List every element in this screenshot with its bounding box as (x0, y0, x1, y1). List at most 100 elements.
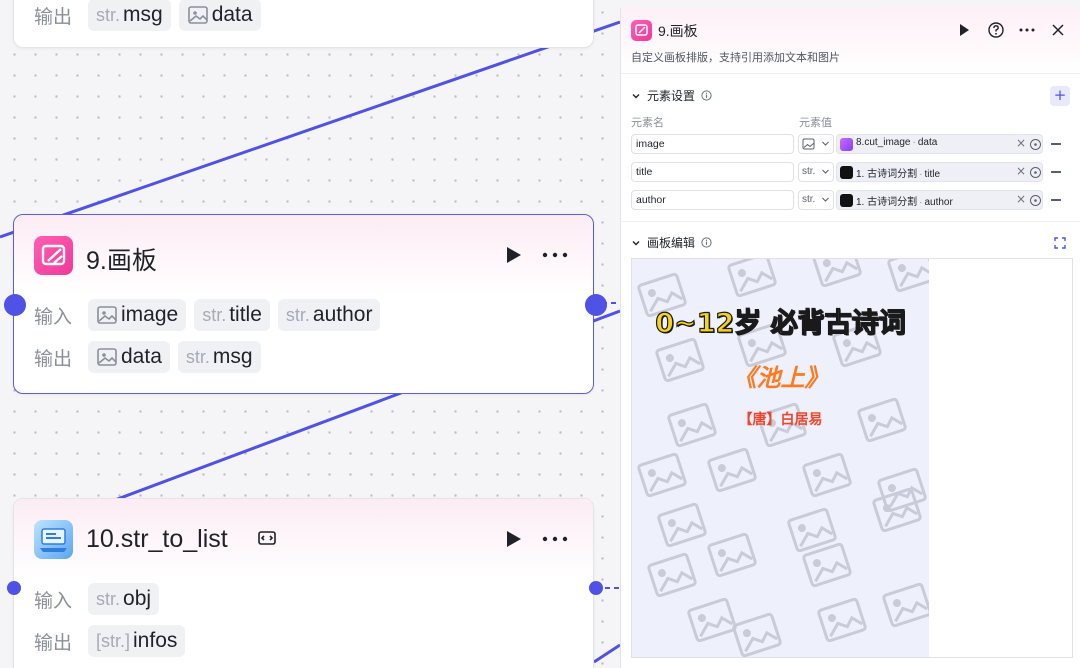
chip-name: obj (123, 587, 152, 610)
type-prefix: str. (185, 346, 210, 367)
editor-section-header[interactable]: 画板编辑 (631, 234, 712, 251)
input-chip-obj: str. obj (88, 583, 160, 615)
node-draw-board[interactable]: 9.画板 输入 image str. title str. author 输出 … (13, 214, 594, 394)
type-prefix: str. (96, 588, 121, 609)
element-row: image 8.cut_image · data × (631, 134, 1073, 154)
cut-image-node-icon (840, 138, 853, 151)
output-label: 输出 (34, 6, 73, 28)
image-type-icon (187, 6, 208, 24)
chevron-down-icon (822, 197, 829, 202)
reference-text: 8.cut_image · data (856, 137, 938, 148)
input-port[interactable] (7, 581, 21, 595)
element-value-reference[interactable]: 1. 古诗词分割 · author × (836, 190, 1043, 210)
poem-split-node-icon (840, 166, 853, 179)
target-icon[interactable] (1029, 166, 1042, 179)
chip-name: data (211, 3, 253, 26)
output-label: 输出 (34, 348, 73, 370)
board-poem-title-text[interactable]: 《池上》 (632, 358, 929, 393)
input-chip-image: image (88, 299, 187, 331)
info-icon (701, 237, 712, 248)
connection-line (0, 20, 620, 239)
chevron-down-icon (632, 93, 640, 98)
type-label: str. (802, 194, 816, 205)
type-prefix: [str.] (96, 630, 131, 651)
input-row: 输入 str. obj (34, 583, 573, 615)
type-label: str. (802, 166, 816, 177)
draw-board-icon (631, 20, 652, 41)
output-chip-msg: str. msg (177, 341, 261, 373)
remove-element-button[interactable] (1051, 171, 1061, 173)
input-label: 输入 (34, 590, 73, 612)
target-icon[interactable] (1029, 138, 1042, 151)
help-icon[interactable] (987, 21, 1005, 39)
element-name-input[interactable]: author (631, 190, 794, 210)
image-type-icon (97, 348, 117, 366)
draw-board-icon (34, 236, 73, 275)
output-row: 输出 [str.] infos (34, 625, 573, 657)
chevron-down-icon (822, 169, 829, 174)
output-port[interactable] (589, 581, 603, 595)
output-chip-infos: [str.] infos (88, 625, 186, 657)
input-label: 输入 (34, 306, 73, 328)
elements-section-title: 元素设置 (647, 89, 696, 103)
element-row: title str. 1. 古诗词分割 · title × (631, 162, 1073, 182)
input-port[interactable] (4, 294, 26, 316)
elements-section-header[interactable]: 元素设置 (631, 87, 712, 104)
element-type-select[interactable]: str. (798, 190, 834, 210)
target-icon[interactable] (1029, 194, 1042, 207)
code-block-icon (258, 531, 276, 545)
fullscreen-icon[interactable] (1053, 236, 1067, 250)
reference-text: 1. 古诗词分割 · author (856, 197, 953, 208)
more-options-icon[interactable] (541, 245, 569, 265)
chip-name: title (229, 303, 262, 326)
element-value-reference[interactable]: 8.cut_image · data × (836, 134, 1043, 154)
node-top-partial[interactable]: 输出 str. msg data (13, 0, 594, 48)
output-chip-msg: str. msg (88, 0, 171, 31)
clear-icon[interactable]: × (1016, 164, 1026, 178)
output-chip-data: data (88, 341, 170, 373)
section-divider (621, 221, 1080, 222)
chip-name: data (121, 345, 162, 368)
chip-name: author (312, 303, 373, 326)
element-value-reference[interactable]: 1. 古诗词分割 · title × (836, 162, 1043, 182)
column-header-value: 元素值 (799, 117, 832, 129)
output-row: 输出 data str. msg (34, 341, 573, 373)
type-prefix: str. (202, 304, 227, 325)
remove-element-button[interactable] (1051, 143, 1061, 145)
board-poem-author-text[interactable]: 【唐】白居易 (632, 409, 929, 429)
input-chip-author: str. author (277, 299, 381, 331)
run-play-icon[interactable] (503, 245, 523, 265)
close-icon[interactable] (1049, 21, 1067, 39)
run-play-icon[interactable] (955, 21, 973, 39)
image-type-icon (802, 138, 815, 150)
output-label: 输出 (34, 632, 73, 654)
workflow-canvas[interactable]: 输出 str. msg data 9.画板 输入 image str. titl… (0, 0, 1080, 668)
more-options-icon[interactable] (1018, 21, 1036, 39)
output-port[interactable] (585, 294, 607, 316)
more-options-icon[interactable] (541, 529, 569, 549)
output-chip-data: data (178, 0, 261, 31)
clear-icon[interactable]: × (1016, 192, 1026, 206)
image-element[interactable]: 0~12岁 必背古诗词 《池上》 【唐】白居易 (632, 259, 929, 657)
clear-icon[interactable]: × (1016, 136, 1026, 150)
chip-name: image (121, 303, 179, 326)
type-prefix: str. (96, 4, 121, 25)
column-header-name: 元素名 (631, 117, 664, 129)
element-name-input[interactable]: image (631, 134, 794, 154)
element-name-input[interactable]: title (631, 162, 794, 182)
element-row: author str. 1. 古诗词分割 · author × (631, 190, 1073, 210)
poem-split-node-icon (840, 194, 853, 207)
editor-section-title: 画板编辑 (647, 236, 696, 250)
panel-header: 9.画板 自定义画板排版，支持引用添加文本和图片 (621, 8, 1080, 74)
element-type-select[interactable] (798, 134, 834, 154)
add-element-button[interactable]: + (1050, 86, 1070, 106)
image-type-icon (97, 306, 117, 324)
board-editor-canvas[interactable]: 0~12岁 必背古诗词 《池上》 【唐】白居易 (631, 258, 1073, 658)
str-to-list-icon (34, 520, 73, 559)
board-heading-text[interactable]: 0~12岁 必背古诗词 (632, 301, 929, 340)
run-play-icon[interactable] (503, 529, 523, 549)
remove-element-button[interactable] (1051, 199, 1061, 201)
node-title: 10.str_to_list (86, 525, 228, 553)
element-type-select[interactable]: str. (798, 162, 834, 182)
node-str-to-list[interactable]: 10.str_to_list 输入 str. obj 输出 [str.] inf… (13, 498, 594, 668)
